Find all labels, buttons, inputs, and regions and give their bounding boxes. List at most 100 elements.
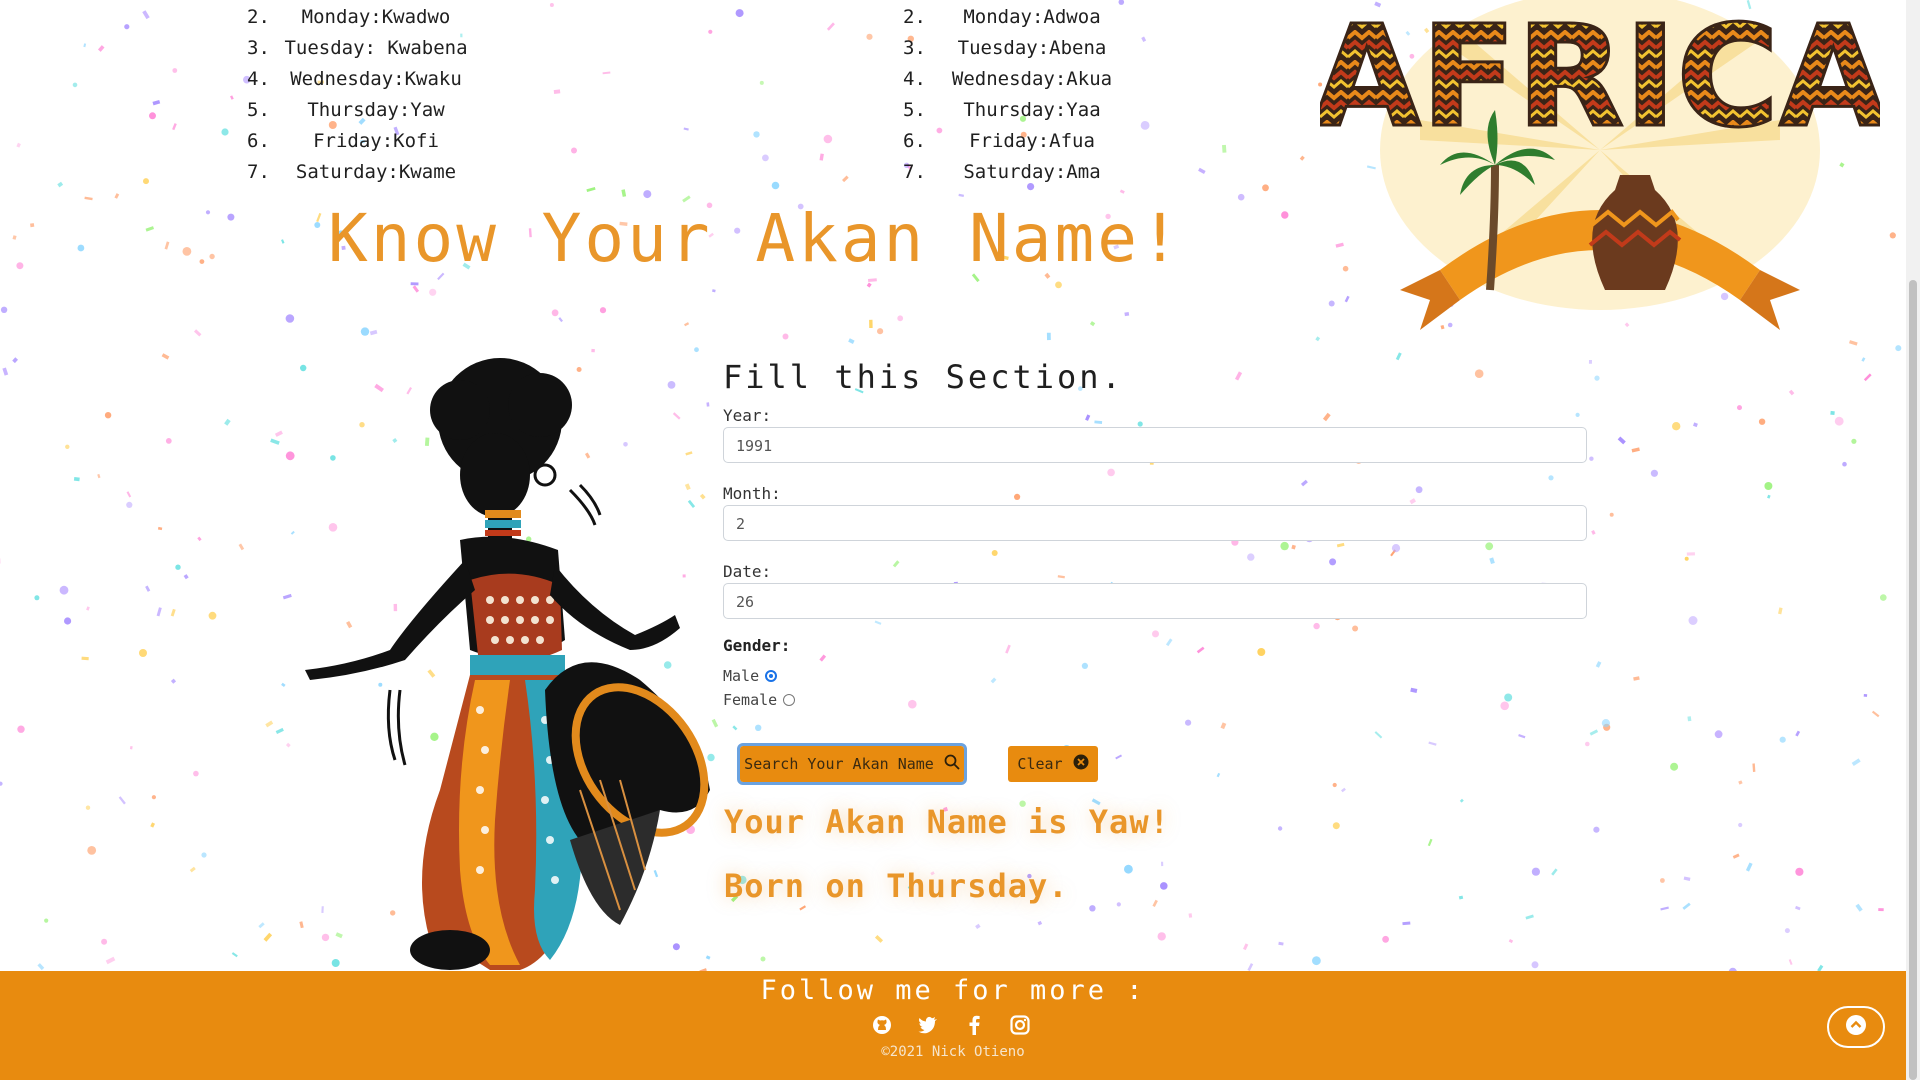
confetti-piece — [1778, 607, 1783, 615]
twitter-icon[interactable] — [918, 1015, 938, 1035]
confetti-piece — [1518, 734, 1526, 739]
confetti-piece — [17, 725, 25, 733]
confetti-piece — [877, 328, 884, 335]
close-circle-icon — [1073, 754, 1089, 774]
confetti-piece — [1322, 412, 1331, 422]
confetti-piece — [1688, 616, 1698, 625]
confetti-piece — [1779, 736, 1786, 743]
confetti-piece — [65, 444, 70, 449]
confetti-piece — [1603, 723, 1611, 731]
confetti-piece — [760, 956, 766, 962]
confetti-piece — [1140, 121, 1150, 130]
confetti-piece — [1633, 676, 1640, 681]
confetti-piece — [819, 153, 824, 161]
confetti-piece — [867, 278, 877, 283]
confetti-piece — [265, 720, 274, 728]
confetti-piece — [823, 134, 833, 144]
confetti-piece — [759, 80, 764, 85]
confetti-piece — [285, 314, 295, 323]
confetti-piece — [1237, 193, 1245, 201]
instagram-icon[interactable] — [1010, 1015, 1030, 1035]
confetti-piece — [170, 678, 177, 684]
confetti-piece — [586, 187, 596, 193]
confetti-piece — [1732, 853, 1740, 859]
scroll-to-top-button[interactable] — [1827, 1006, 1885, 1048]
confetti-piece — [270, 438, 280, 445]
confetti-piece — [1300, 479, 1308, 487]
confetti-piece — [553, 89, 561, 94]
confetti-piece — [1081, 662, 1088, 670]
confetti-piece — [1299, 155, 1305, 161]
confetti-piece — [826, 22, 835, 31]
scrollbar[interactable] — [1906, 0, 1920, 1080]
confetti-piece — [84, 196, 93, 201]
confetti-piece — [1089, 905, 1096, 912]
confetti-piece — [0, 781, 3, 786]
female-label: Female — [723, 691, 778, 709]
confetti-piece — [157, 526, 163, 531]
male-radio[interactable] — [765, 670, 778, 682]
confetti-piece — [263, 932, 273, 942]
confetti-piece — [231, 952, 238, 958]
female-radio[interactable] — [783, 694, 796, 706]
confetti-piece — [1650, 469, 1658, 477]
confetti-piece — [201, 852, 207, 858]
confetti-piece — [73, 477, 80, 482]
list-item: 5. Thursday:Yaw — [247, 99, 445, 121]
confetti-piece — [643, 190, 652, 199]
github-icon[interactable] — [872, 1015, 892, 1035]
confetti-piece — [1684, 556, 1689, 561]
confetti-piece — [12, 357, 18, 364]
confetti-piece — [1588, 359, 1592, 364]
confetti-piece — [1124, 864, 1133, 874]
confetti-piece — [145, 585, 151, 592]
confetti-piece — [208, 611, 217, 620]
confetti-piece — [571, 147, 577, 154]
confetti-piece — [221, 128, 229, 136]
facebook-icon[interactable] — [964, 1015, 984, 1035]
confetti-piece — [230, 95, 234, 100]
confetti-piece — [1714, 730, 1723, 739]
confetti-piece — [683, 127, 689, 131]
confetti-piece — [1382, 935, 1389, 943]
confetti-piece — [275, 727, 284, 735]
search-akan-name-button[interactable]: Search Your Akan Name — [737, 743, 967, 785]
confetti-piece — [1595, 661, 1602, 668]
confetti-piece — [975, 923, 981, 930]
year-input[interactable]: 1991 — [723, 427, 1587, 463]
scrollbar-thumb[interactable] — [1909, 280, 1917, 1080]
confetti-piece — [1601, 719, 1610, 728]
confetti-piece — [1198, 167, 1206, 174]
footer: Follow me for more : ©2021 Nick Otieno — [0, 971, 1906, 1080]
list-item: 4. Wednesday:Akua — [903, 68, 1113, 90]
confetti-piece — [1152, 630, 1159, 638]
chevron-up-icon — [1845, 1014, 1867, 1040]
confetti-piece — [1278, 941, 1284, 946]
confetti-piece — [151, 795, 156, 800]
confetti-piece — [429, 288, 437, 296]
confetti-piece — [16, 262, 24, 270]
female-option[interactable]: Female — [723, 691, 796, 709]
confetti-piece — [1834, 416, 1844, 426]
confetti-piece — [1738, 780, 1743, 785]
date-input[interactable]: 26 — [723, 583, 1587, 619]
confetti-piece — [1878, 908, 1884, 912]
svg-text:AFRICA: AFRICA — [1320, 0, 1880, 159]
confetti-piece — [126, 491, 132, 498]
confetti-piece — [1842, 461, 1847, 467]
confetti-piece — [1683, 876, 1691, 881]
male-option[interactable]: Male — [723, 667, 778, 685]
confetti-piece — [1485, 542, 1494, 551]
confetti-piece — [118, 796, 126, 805]
month-input[interactable]: 2 — [723, 505, 1587, 541]
confetti-piece — [1795, 730, 1801, 737]
confetti-piece — [1548, 475, 1554, 481]
confetti-piece — [869, 319, 873, 329]
confetti-piece — [1257, 648, 1266, 656]
confetti-piece — [1585, 741, 1590, 747]
confetti-piece — [1220, 722, 1227, 730]
confetti-piece — [1037, 920, 1043, 926]
confetti-piece — [1280, 541, 1289, 551]
confetti-piece — [30, 223, 35, 228]
clear-button[interactable]: Clear — [1008, 746, 1098, 782]
